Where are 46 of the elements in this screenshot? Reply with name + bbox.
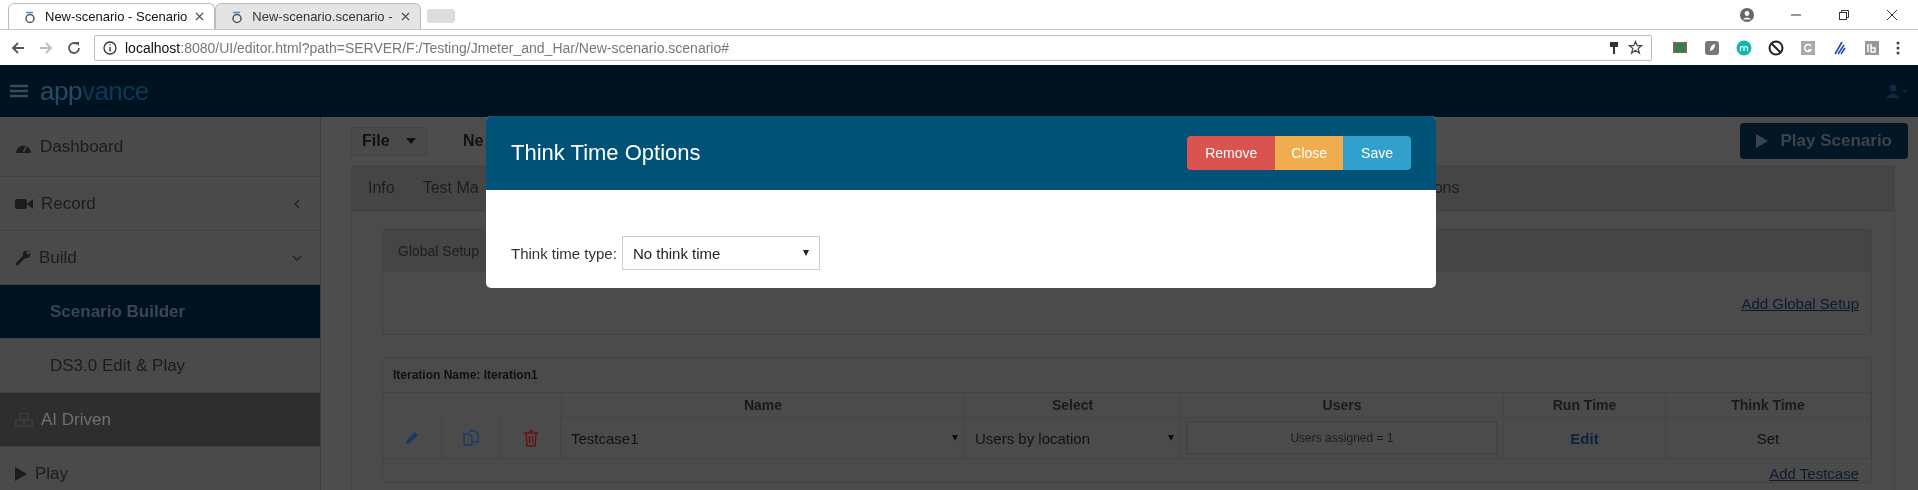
caret-icon (406, 138, 416, 144)
browser-tab[interactable]: New-scenario.scenario - (215, 3, 421, 29)
star-icon[interactable] (1628, 40, 1643, 55)
dialog-button[interactable]: Remove (1187, 136, 1276, 170)
sidebar-label: Scenario Builder (50, 301, 186, 322)
set-link[interactable]: Set (1756, 429, 1780, 447)
scenario-title: Ne (463, 132, 484, 150)
blocked-icon[interactable] (1768, 39, 1784, 56)
caret-icon (952, 435, 958, 441)
file-menu-button[interactable]: File (351, 126, 427, 156)
address-bar[interactable]: localhost:8080/UI/editor.html?path=SERVER/F:/Testing/Jmeter_and_Har/New-scenario.scenario# (94, 34, 1652, 61)
info-icon (103, 40, 117, 55)
sidebar-label: AI Driven (41, 409, 111, 430)
wrench-icon (15, 249, 31, 266)
select-dropdown[interactable]: Users by location (965, 429, 1180, 447)
video-camera-icon (15, 197, 33, 210)
play-icon (1756, 134, 1769, 148)
browser-tab[interactable]: New-scenario - Scenario (8, 3, 216, 29)
close-icon[interactable] (1886, 8, 1898, 21)
play-scenario-button[interactable]: Play Scenario (1740, 123, 1908, 159)
testcase-dropdown[interactable]: Testcase1 (561, 429, 964, 447)
app-logo-icon (23, 9, 37, 24)
field-label: Think time type: (511, 244, 617, 262)
edit-link[interactable]: Edit (1570, 429, 1599, 447)
extension-icon[interactable] (1832, 39, 1848, 56)
play-icon (15, 466, 27, 481)
back-icon[interactable] (10, 39, 26, 56)
caret-icon (1168, 435, 1174, 441)
caret-icon (802, 250, 809, 256)
dialog-button[interactable]: Save (1343, 136, 1411, 170)
iteration-title: Iteration Name: Iteration1 (393, 368, 538, 382)
more-icon[interactable] (1896, 39, 1900, 56)
close-icon[interactable] (195, 12, 205, 21)
dialog-button[interactable]: Close (1275, 136, 1344, 170)
sidebar-item[interactable]: Scenario Builder (0, 285, 320, 339)
chalkboard-icon[interactable] (1672, 39, 1688, 56)
app-logo-icon (230, 9, 245, 24)
extension-icon[interactable] (1704, 39, 1720, 56)
add-testcase-link[interactable]: Add Testcase (1769, 465, 1859, 482)
user-icon[interactable] (1740, 7, 1754, 22)
reload-icon[interactable] (66, 39, 82, 56)
close-icon[interactable] (400, 12, 410, 21)
add-global-setup-link[interactable]: Add Global Setup (1741, 294, 1859, 312)
think-time-dropdown[interactable]: No think time (621, 236, 820, 270)
restore-icon[interactable] (1838, 8, 1850, 21)
modal-title: Think Time Options (511, 140, 701, 166)
